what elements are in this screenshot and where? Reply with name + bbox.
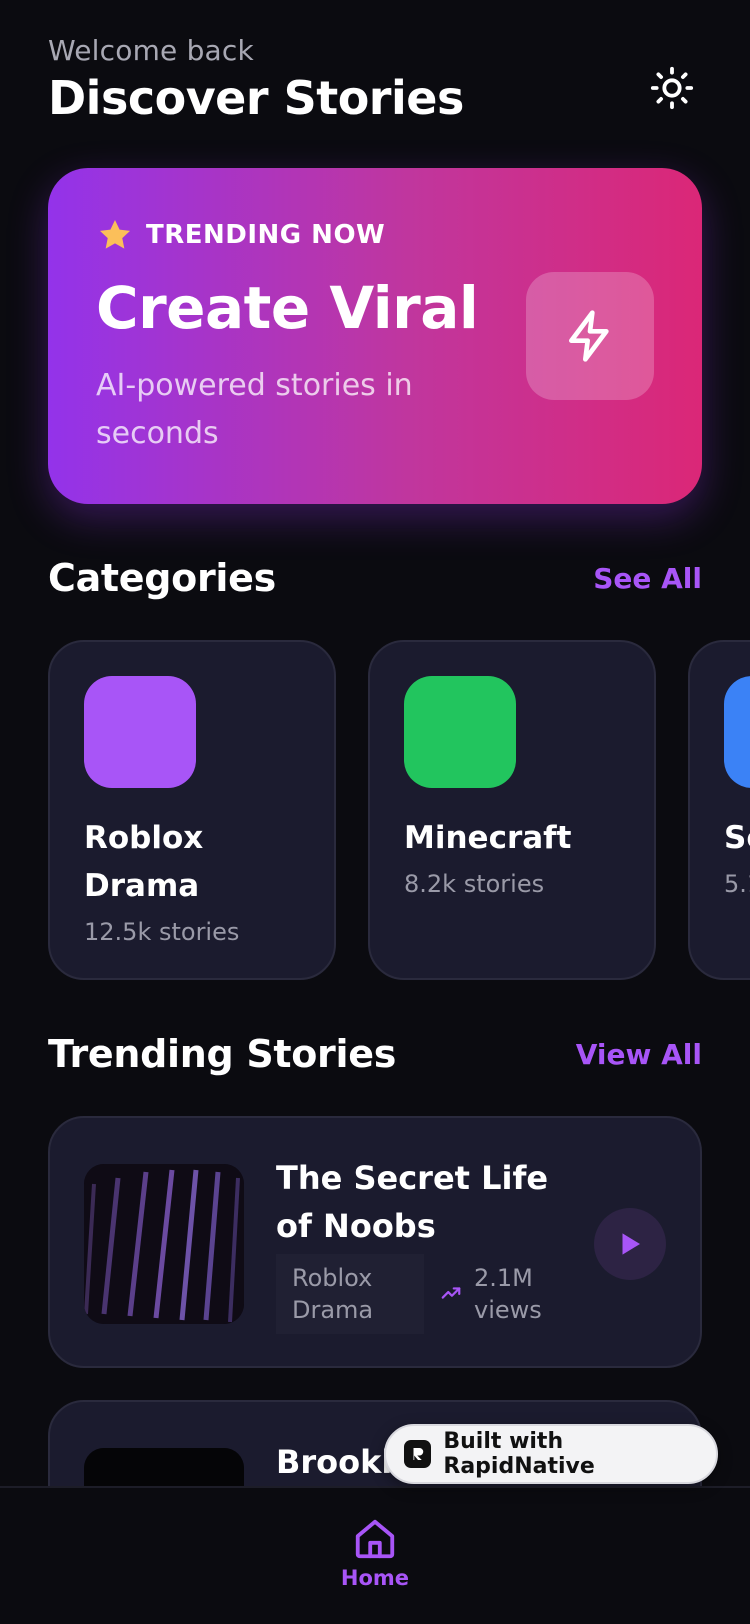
category-name: Roblox Drama 12.5k stories	[84, 814, 314, 950]
trending-badge-label: TRENDING NOW	[146, 220, 386, 250]
categories-header: Categories See All	[48, 556, 702, 600]
category-icon	[84, 676, 196, 788]
view-all-link[interactable]: View All	[576, 1038, 702, 1071]
trending-title: Trending Stories	[48, 1032, 397, 1076]
play-icon	[622, 1233, 640, 1255]
category-name-text: Sc	[724, 820, 750, 856]
theme-toggle-button[interactable]	[642, 58, 702, 118]
story-thumbnail	[84, 1164, 244, 1324]
welcome-text: Welcome back	[48, 34, 254, 67]
bottom-tab-bar: Home	[0, 1486, 750, 1624]
rapidnative-logo-icon	[404, 1440, 432, 1468]
category-icon	[724, 676, 750, 788]
star-icon	[99, 219, 131, 249]
trending-badge: TRENDING NOW	[96, 216, 385, 254]
category-count: 5.1	[724, 870, 750, 898]
tab-home[interactable]: Home	[325, 1516, 425, 1590]
category-name: Minecraft 8.2k stories	[404, 814, 634, 902]
sun-icon	[650, 66, 694, 110]
built-with-text: Built with RapidNative	[443, 1429, 595, 1479]
header: Welcome back Discover Stories	[48, 34, 702, 125]
category-icon	[404, 676, 516, 788]
trending-up-icon	[441, 1287, 461, 1299]
hero-subtitle: AI-powered stories in seconds	[96, 368, 413, 451]
category-count: 12.5k stories	[84, 918, 240, 946]
story-views: 2.1M views	[440, 1262, 564, 1326]
category-card-roblox-drama[interactable]: Roblox Drama 12.5k stories	[48, 640, 336, 980]
story-views-count: 2.1M views	[474, 1264, 542, 1324]
category-card-minecraft[interactable]: Minecraft 8.2k stories	[368, 640, 656, 980]
hero-title: Create Viral	[96, 274, 479, 342]
lightning-icon	[569, 310, 609, 362]
story-title: The Secret Life of Noobs	[276, 1159, 549, 1245]
category-name: Sc 5.1	[724, 814, 750, 902]
story-category: Roblox Drama	[276, 1254, 424, 1334]
play-button[interactable]	[594, 1208, 666, 1280]
trending-hero-card[interactable]: TRENDING NOW Create Viral AI-powered sto…	[48, 168, 702, 504]
trending-header: Trending Stories View All	[48, 1032, 702, 1076]
category-card-partial[interactable]: Sc 5.1	[688, 640, 750, 980]
tab-home-label: Home	[340, 1566, 410, 1590]
home-icon	[355, 1519, 395, 1559]
page-title: Discover Stories	[48, 71, 464, 125]
story-card[interactable]: The Secret Life of Noobs Roblox Drama 2.…	[48, 1116, 702, 1368]
create-story-button[interactable]	[526, 272, 654, 400]
built-with-badge[interactable]: Built with RapidNative	[384, 1424, 718, 1484]
category-name-text: Minecraft	[404, 820, 572, 856]
categories-list: Roblox Drama 12.5k stories Minecraft 8.2…	[48, 640, 750, 980]
category-name-text: Roblox Drama	[84, 820, 204, 904]
story-thumbnail-image	[84, 1164, 244, 1324]
rapidnative-logo-mark	[413, 1448, 423, 1460]
category-count: 8.2k stories	[404, 870, 545, 898]
see-all-link[interactable]: See All	[593, 562, 702, 595]
categories-title: Categories	[48, 556, 276, 600]
